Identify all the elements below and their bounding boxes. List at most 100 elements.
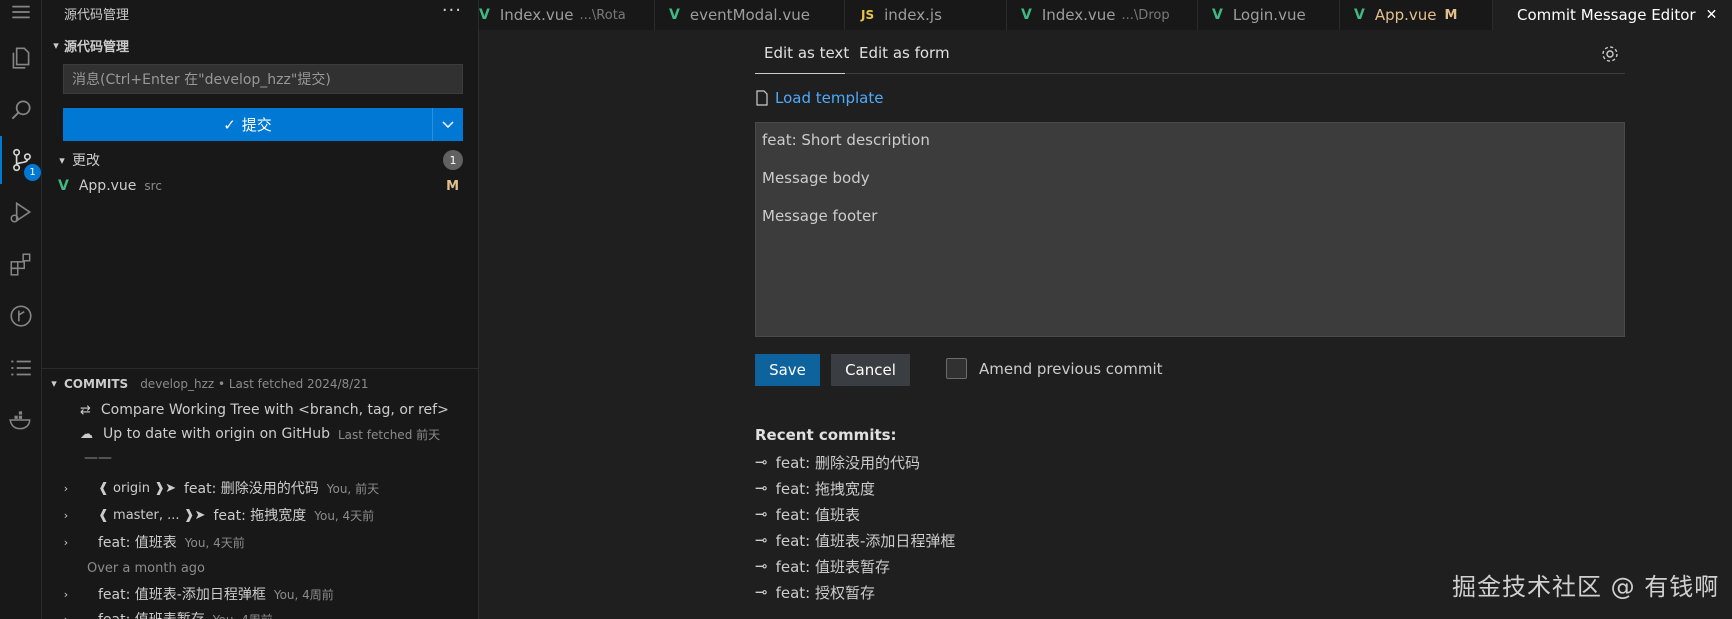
tab-index-vue-rota[interactable]: V Index.vue ...\Rota <box>479 0 655 30</box>
commit-message: feat: 拖拽宽度 <box>213 508 307 524</box>
commit-meta: You, 4天前 <box>184 535 245 550</box>
scm-section-header[interactable]: ▾ 源代码管理 <box>48 36 129 55</box>
commit-row[interactable]: › ❰ origin ❱➤ feat: 删除没用的代码 You, 前天 <box>42 476 479 500</box>
extensions-icon[interactable] <box>0 240 42 288</box>
menu-icon[interactable] <box>0 0 42 36</box>
amend-checkbox[interactable] <box>946 358 967 379</box>
vue-file-icon: V <box>479 7 490 23</box>
load-template-link[interactable]: Load template <box>755 89 883 107</box>
chevron-down-icon: ▾ <box>59 153 65 167</box>
changes-count-badge: 1 <box>443 150 463 170</box>
commit-node-icon: ⊸ <box>755 583 768 601</box>
editor-tabs: V Index.vue ...\Rota V eventModal.vue JS… <box>479 0 1732 30</box>
commit-row[interactable]: › feat: 值班表 You, 4天前 <box>42 530 479 554</box>
sync-meta: Last fetched 前天 <box>337 427 441 442</box>
commit-dropdown-button[interactable] <box>432 108 463 141</box>
amend-label: Amend previous commit <box>979 359 1163 378</box>
recent-commit-item[interactable]: ⊸ feat: 值班表 <box>755 502 860 526</box>
gear-icon[interactable] <box>1600 44 1620 68</box>
more-actions-icon[interactable]: ··· <box>442 0 462 21</box>
watermark: 掘金技术社区 @ 有钱啊 <box>1452 573 1720 601</box>
activity-bar: 1 <box>0 0 42 619</box>
tab-commit-message-editor[interactable]: Commit Message Editor ✕ <box>1493 0 1732 30</box>
tab-index-js[interactable]: JS index.js <box>845 0 1007 30</box>
chevron-down-icon: ▾ <box>53 39 59 52</box>
commit-label: 提交 <box>241 116 272 134</box>
tab-login-vue[interactable]: V Login.vue <box>1198 0 1340 30</box>
chevron-down-icon: ▾ <box>51 377 57 390</box>
tab-app-vue[interactable]: V App.vue M <box>1340 0 1493 30</box>
message-line: Message footer <box>762 207 878 225</box>
commit-ref: ❰ master, ... ❱➤ <box>98 507 206 523</box>
recent-commit-item[interactable]: ⊸ feat: 授权暂存 <box>755 580 875 604</box>
chevron-right-icon: › <box>63 612 69 619</box>
close-icon[interactable]: ✕ <box>1706 7 1718 23</box>
chevron-right-icon: › <box>63 535 69 549</box>
commit-meta: You, 4天前 <box>314 508 375 523</box>
changed-file-row[interactable]: V App.vue src M <box>42 174 479 198</box>
mode-tabs-divider <box>755 73 1625 74</box>
tab-edit-as-form[interactable]: Edit as form <box>859 44 950 62</box>
explorer-icon[interactable] <box>0 34 42 82</box>
recent-commits-title: Recent commits: <box>755 426 897 444</box>
scm-badge: 1 <box>24 164 41 181</box>
save-button[interactable]: Save <box>755 354 820 386</box>
tab-edit-as-text[interactable]: Edit as text <box>764 44 849 62</box>
recent-commit-item[interactable]: ⊸ feat: 删除没用的代码 <box>755 450 920 474</box>
chevron-right-icon: › <box>63 508 69 522</box>
sync-status: Up to date with origin on GitHub <box>103 426 330 442</box>
cancel-button[interactable]: Cancel <box>831 354 910 386</box>
vue-file-icon: V <box>1021 7 1032 23</box>
recent-commit-item[interactable]: ⊸ feat: 值班表-添加日程弹框 <box>755 528 955 552</box>
file-status-badge: M <box>446 178 459 194</box>
commit-message-input[interactable]: 消息(Ctrl+Enter 在"develop_hzz"提交) <box>63 64 463 94</box>
sidebar: 源代码管理 ··· ▾ 源代码管理 消息(Ctrl+Enter 在"develo… <box>42 0 479 619</box>
changes-group[interactable]: ▾ 更改 1 <box>42 148 479 172</box>
search-icon[interactable] <box>0 86 42 134</box>
recent-commit-item[interactable]: ⊸ feat: 拖拽宽度 <box>755 476 875 500</box>
docker-icon[interactable] <box>0 396 42 444</box>
sync-status-row[interactable]: ☁ Up to date with origin on GitHub Last … <box>42 422 479 446</box>
list-icon[interactable] <box>0 344 42 392</box>
source-control-icon[interactable]: 1 <box>0 136 42 184</box>
commit-message: feat: 值班表-添加日程弹框 <box>98 587 266 603</box>
commit-node-icon: ⊸ <box>755 479 768 497</box>
chevron-right-icon: › <box>63 587 69 601</box>
message-line: Message body <box>762 169 870 187</box>
commit-ref: ❰ origin ❱➤ <box>98 480 176 496</box>
chevron-right-icon: › <box>63 481 69 495</box>
commit-row[interactable]: › ❰ master, ... ❱➤ feat: 拖拽宽度 You, 4天前 <box>42 503 479 527</box>
vue-file-icon: V <box>669 7 680 23</box>
sidebar-title: 源代码管理 <box>64 8 130 23</box>
commit-row[interactable]: › feat: 值班表-添加日程弹框 You, 4周前 <box>42 582 479 606</box>
scm-section-title: 源代码管理 <box>64 40 130 55</box>
commit-group-label: Over a month ago <box>87 560 205 576</box>
compare-working-tree-row[interactable]: ⇄ Compare Working Tree with <branch, tag… <box>42 398 479 422</box>
commit-message-textarea[interactable]: feat: Short description Message body Mes… <box>755 122 1625 337</box>
recent-commit-item[interactable]: ⊸ feat: 值班表暂存 <box>755 554 890 578</box>
file-name: App.vue <box>78 178 137 194</box>
chevron-down-icon <box>442 120 454 128</box>
commit-row[interactable]: › feat: 值班表暂存 You, 4周前 <box>42 607 479 619</box>
git-graph-icon[interactable] <box>0 292 42 340</box>
compare-label: Compare Working Tree with <branch, tag, … <box>100 402 449 418</box>
amend-checkbox-row[interactable]: Amend previous commit <box>946 358 1163 379</box>
changes-label: 更改 <box>72 153 100 169</box>
branch-info: develop_hzz • Last fetched 2024/8/21 <box>140 376 369 391</box>
active-mode-indicator <box>755 73 845 74</box>
vue-file-icon: V <box>1354 7 1365 23</box>
commits-title: COMMITS <box>64 376 129 391</box>
commit-meta: You, 前天 <box>326 481 380 496</box>
commit-message: feat: 删除没用的代码 <box>183 481 319 497</box>
cloud-icon: ☁ <box>80 426 93 442</box>
run-debug-icon[interactable] <box>0 188 42 236</box>
check-icon: ✓ <box>223 115 236 134</box>
file-icon <box>756 90 768 106</box>
commit-node-icon: ⊸ <box>755 531 768 549</box>
tab-eventmodal-vue[interactable]: V eventModal.vue <box>655 0 845 30</box>
commits-section-header[interactable]: ▾ COMMITS develop_hzz • Last fetched 202… <box>42 368 479 398</box>
commit-button[interactable]: ✓ 提交 <box>63 108 463 141</box>
commit-message-editor: Edit as text Edit as form Load template … <box>479 30 1732 619</box>
commit-node-icon: ⊸ <box>755 453 768 471</box>
tab-index-vue-drop[interactable]: V Index.vue ...\Drop <box>1007 0 1198 30</box>
